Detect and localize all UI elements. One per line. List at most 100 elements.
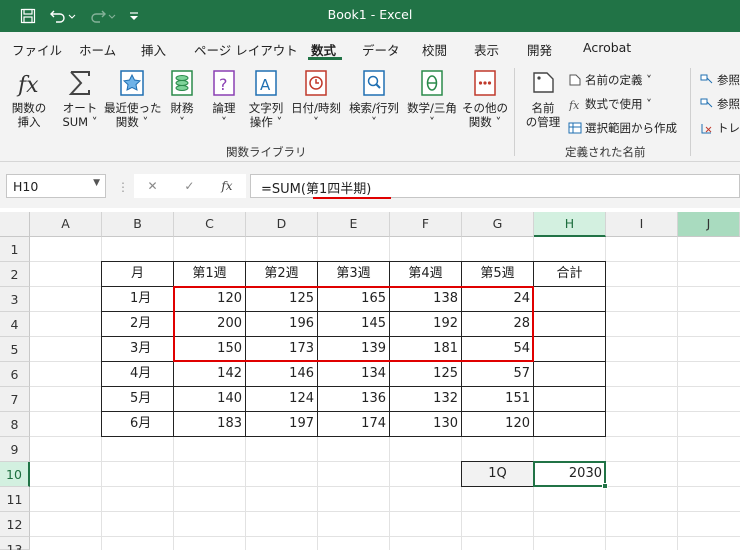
chevron-down-icon[interactable]: ▼ — [93, 178, 100, 188]
create-from-selection-button[interactable]: 選択範囲から作成 — [568, 120, 677, 136]
trace-dependents-button[interactable]: 参照 — [700, 96, 740, 112]
table-total-cell[interactable] — [534, 312, 606, 337]
spreadsheet-grid: A B C D E F G H I J 1 2 3 4 5 6 7 8 9 10… — [0, 212, 740, 550]
table-header-cell[interactable]: 第3週 — [318, 262, 390, 287]
formula-controls: ✕ ✓ fx — [134, 174, 246, 198]
column-header-g[interactable]: G — [462, 212, 534, 237]
table-cell[interactable]: 142 — [174, 362, 246, 387]
row-header-6[interactable]: 6 — [0, 362, 30, 387]
table-total-cell[interactable] — [534, 362, 606, 387]
column-header-d[interactable]: D — [246, 212, 318, 237]
math-trig-button[interactable]: 数学/三角 ˅ — [404, 68, 460, 129]
select-all-corner[interactable] — [0, 212, 30, 237]
recent-functions-button[interactable]: 最近使った 関数 ˅ — [104, 68, 162, 129]
lookup-reference-button[interactable]: 検索/行列 ˅ — [346, 68, 402, 129]
table-cell[interactable]: 132 — [390, 387, 462, 412]
financial-button[interactable]: 財務 ˅ — [162, 68, 202, 129]
table-cell[interactable]: 125 — [390, 362, 462, 387]
define-name-button[interactable]: 名前の定義 ˅ — [568, 72, 652, 88]
table-cell[interactable]: 197 — [246, 412, 318, 437]
table-total-cell[interactable] — [534, 387, 606, 412]
table-cell[interactable]: 151 — [462, 387, 534, 412]
table-cell[interactable]: 120 — [462, 412, 534, 437]
row-header-4[interactable]: 4 — [0, 312, 30, 337]
column-header-b[interactable]: B — [102, 212, 174, 237]
svg-text:?: ? — [219, 75, 228, 94]
formula-input[interactable]: =SUM(第1四半期) — [250, 174, 740, 198]
row-header-7[interactable]: 7 — [0, 387, 30, 412]
row-header-3[interactable]: 3 — [0, 287, 30, 312]
table-cell[interactable]: 136 — [318, 387, 390, 412]
insert-function-icon[interactable]: fx — [221, 179, 232, 193]
table-cell[interactable]: 183 — [174, 412, 246, 437]
tab-view[interactable]: 表示 — [474, 40, 499, 59]
tab-review[interactable]: 校閲 — [422, 40, 447, 59]
tab-data[interactable]: データ — [362, 40, 400, 59]
table-cell[interactable]: 130 — [390, 412, 462, 437]
row-header-2[interactable]: 2 — [0, 262, 30, 287]
date-time-button[interactable]: 日付/時刻 ˅ — [288, 68, 344, 129]
row-header-8[interactable]: 8 — [0, 412, 30, 437]
column-header-h[interactable]: H — [534, 212, 606, 237]
autosum-button[interactable]: オート SUM ˅ — [56, 68, 104, 129]
column-header-i[interactable]: I — [606, 212, 678, 237]
table-month-cell[interactable]: 6月 — [102, 412, 174, 437]
row-header-12[interactable]: 12 — [0, 512, 30, 537]
table-header-cell[interactable]: 合計 — [534, 262, 606, 287]
table-month-cell[interactable]: 3月 — [102, 337, 174, 362]
table-month-cell[interactable]: 2月 — [102, 312, 174, 337]
table-header-cell[interactable]: 第2週 — [246, 262, 318, 287]
table-cell[interactable]: 134 — [318, 362, 390, 387]
table-month-cell[interactable]: 5月 — [102, 387, 174, 412]
tab-home[interactable]: ホーム — [79, 40, 116, 59]
table-month-cell[interactable]: 1月 — [102, 287, 174, 312]
tab-file[interactable]: ファイル — [12, 40, 62, 59]
table-cell[interactable]: 174 — [318, 412, 390, 437]
column-header-f[interactable]: F — [390, 212, 462, 237]
fill-handle[interactable] — [602, 483, 608, 489]
table-header-cell[interactable]: 第5週 — [462, 262, 534, 287]
table-total-cell[interactable] — [534, 412, 606, 437]
gridline — [30, 486, 740, 487]
table-total-cell[interactable] — [534, 337, 606, 362]
table-cell[interactable]: 140 — [174, 387, 246, 412]
name-manager-button[interactable]: 名前 の管理 — [520, 68, 566, 129]
cancel-icon[interactable]: ✕ — [147, 179, 157, 193]
tab-page-layout[interactable]: ページ レイアウト — [194, 40, 298, 59]
table-header-cell[interactable]: 第4週 — [390, 262, 462, 287]
table-total-cell[interactable] — [534, 287, 606, 312]
row-header-13[interactable]: 13 — [0, 537, 30, 550]
column-header-c[interactable]: C — [174, 212, 246, 237]
logical-button[interactable]: ? 論理 ˅ — [204, 68, 244, 129]
ribbon: fx 関数の 挿入 オート SUM ˅ 最近使った 関数 ˅ 財務 ˅ ? 論理… — [0, 62, 740, 162]
name-box[interactable]: H10 ▼ — [6, 174, 106, 198]
use-in-formula-button[interactable]: fx 数式で使用 ˅ — [568, 96, 652, 112]
table-cell[interactable]: 146 — [246, 362, 318, 387]
table-header-cell[interactable]: 第1週 — [174, 262, 246, 287]
more-functions-button[interactable]: その他の 関数 ˅ — [460, 68, 510, 129]
insert-function-button[interactable]: fx 関数の 挿入 — [4, 68, 54, 129]
row-header-10[interactable]: 10 — [0, 462, 30, 487]
function-icon: fx — [16, 73, 39, 98]
summary-label-cell[interactable]: 1Q — [462, 462, 534, 487]
table-header-cell[interactable]: 月 — [102, 262, 174, 287]
theta-book-icon — [421, 70, 443, 96]
check-icon[interactable]: ✓ — [184, 179, 194, 193]
tab-acrobat[interactable]: Acrobat — [583, 40, 631, 55]
column-header-e[interactable]: E — [318, 212, 390, 237]
row-header-5[interactable]: 5 — [0, 337, 30, 362]
table-cell[interactable]: 124 — [246, 387, 318, 412]
tab-insert[interactable]: 挿入 — [141, 40, 166, 59]
table-month-cell[interactable]: 4月 — [102, 362, 174, 387]
tab-developer[interactable]: 開発 — [527, 40, 552, 59]
star-book-icon — [120, 70, 144, 96]
row-header-9[interactable]: 9 — [0, 437, 30, 462]
trace-precedents-button[interactable]: 参照 — [700, 72, 740, 88]
row-header-1[interactable]: 1 — [0, 237, 30, 262]
text-functions-button[interactable]: A 文字列 操作 ˅ — [244, 68, 288, 129]
column-header-a[interactable]: A — [30, 212, 102, 237]
row-header-11[interactable]: 11 — [0, 487, 30, 512]
table-cell[interactable]: 57 — [462, 362, 534, 387]
remove-arrows-button[interactable]: トレ — [700, 120, 740, 136]
column-header-j[interactable]: J — [678, 212, 740, 237]
